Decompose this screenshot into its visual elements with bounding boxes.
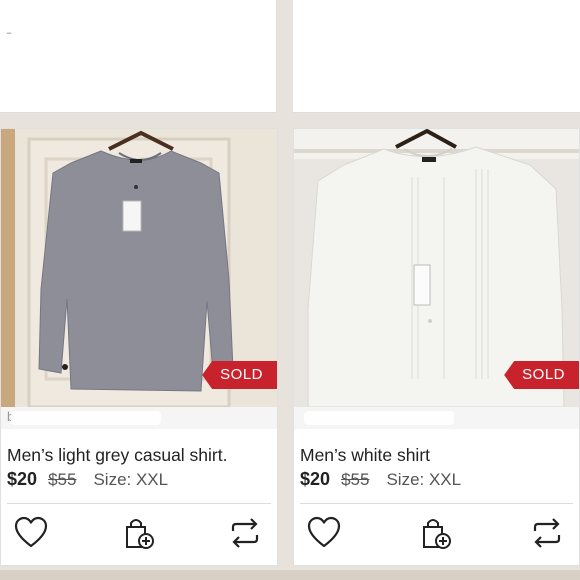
listing-price: $20 bbox=[7, 469, 38, 489]
blurred-seller-name bbox=[304, 411, 454, 425]
listing-photo[interactable]: SOLD bbox=[294, 129, 579, 407]
share-icon[interactable] bbox=[529, 515, 565, 551]
listing-photo[interactable]: SOLD bbox=[1, 129, 277, 407]
blurred-seller-name bbox=[11, 411, 161, 425]
share-icon[interactable] bbox=[227, 515, 263, 551]
seller-strip: b bbox=[1, 407, 277, 429]
next-listing-peek bbox=[0, 570, 580, 580]
original-price: $55 bbox=[48, 470, 77, 489]
heart-icon[interactable] bbox=[306, 515, 342, 551]
listing-card[interactable]: SOLD Men’s white shirt $20 $55 Size: XXL bbox=[293, 128, 580, 566]
bundle-bag-icon[interactable] bbox=[121, 515, 157, 551]
previous-listing-card-right[interactable] bbox=[293, 0, 580, 113]
sold-badge: SOLD bbox=[202, 361, 277, 389]
original-price: $55 bbox=[341, 470, 370, 489]
listing-title[interactable]: Men’s white shirt bbox=[300, 445, 430, 466]
divider bbox=[300, 503, 573, 504]
listing-card[interactable]: SOLD b Men’s light grey casual shirt. $2… bbox=[0, 128, 278, 566]
heart-icon[interactable] bbox=[13, 515, 49, 551]
seller-strip bbox=[294, 407, 579, 429]
partial-text-fragment: - bbox=[6, 22, 12, 42]
listing-size: Size: XXL bbox=[386, 470, 462, 489]
bundle-bag-icon[interactable] bbox=[418, 515, 454, 551]
divider bbox=[7, 503, 271, 504]
price-row: $20 $55 Size: XXL bbox=[300, 469, 461, 490]
listing-title[interactable]: Men’s light grey casual shirt. bbox=[7, 445, 227, 466]
price-row: $20 $55 Size: XXL bbox=[7, 469, 168, 490]
sold-badge: SOLD bbox=[504, 361, 579, 389]
listing-feed: - SOLD b bbox=[0, 0, 580, 580]
previous-listing-card-left[interactable]: - bbox=[0, 0, 277, 113]
listing-price: $20 bbox=[300, 469, 331, 489]
listing-size: Size: XXL bbox=[93, 470, 169, 489]
